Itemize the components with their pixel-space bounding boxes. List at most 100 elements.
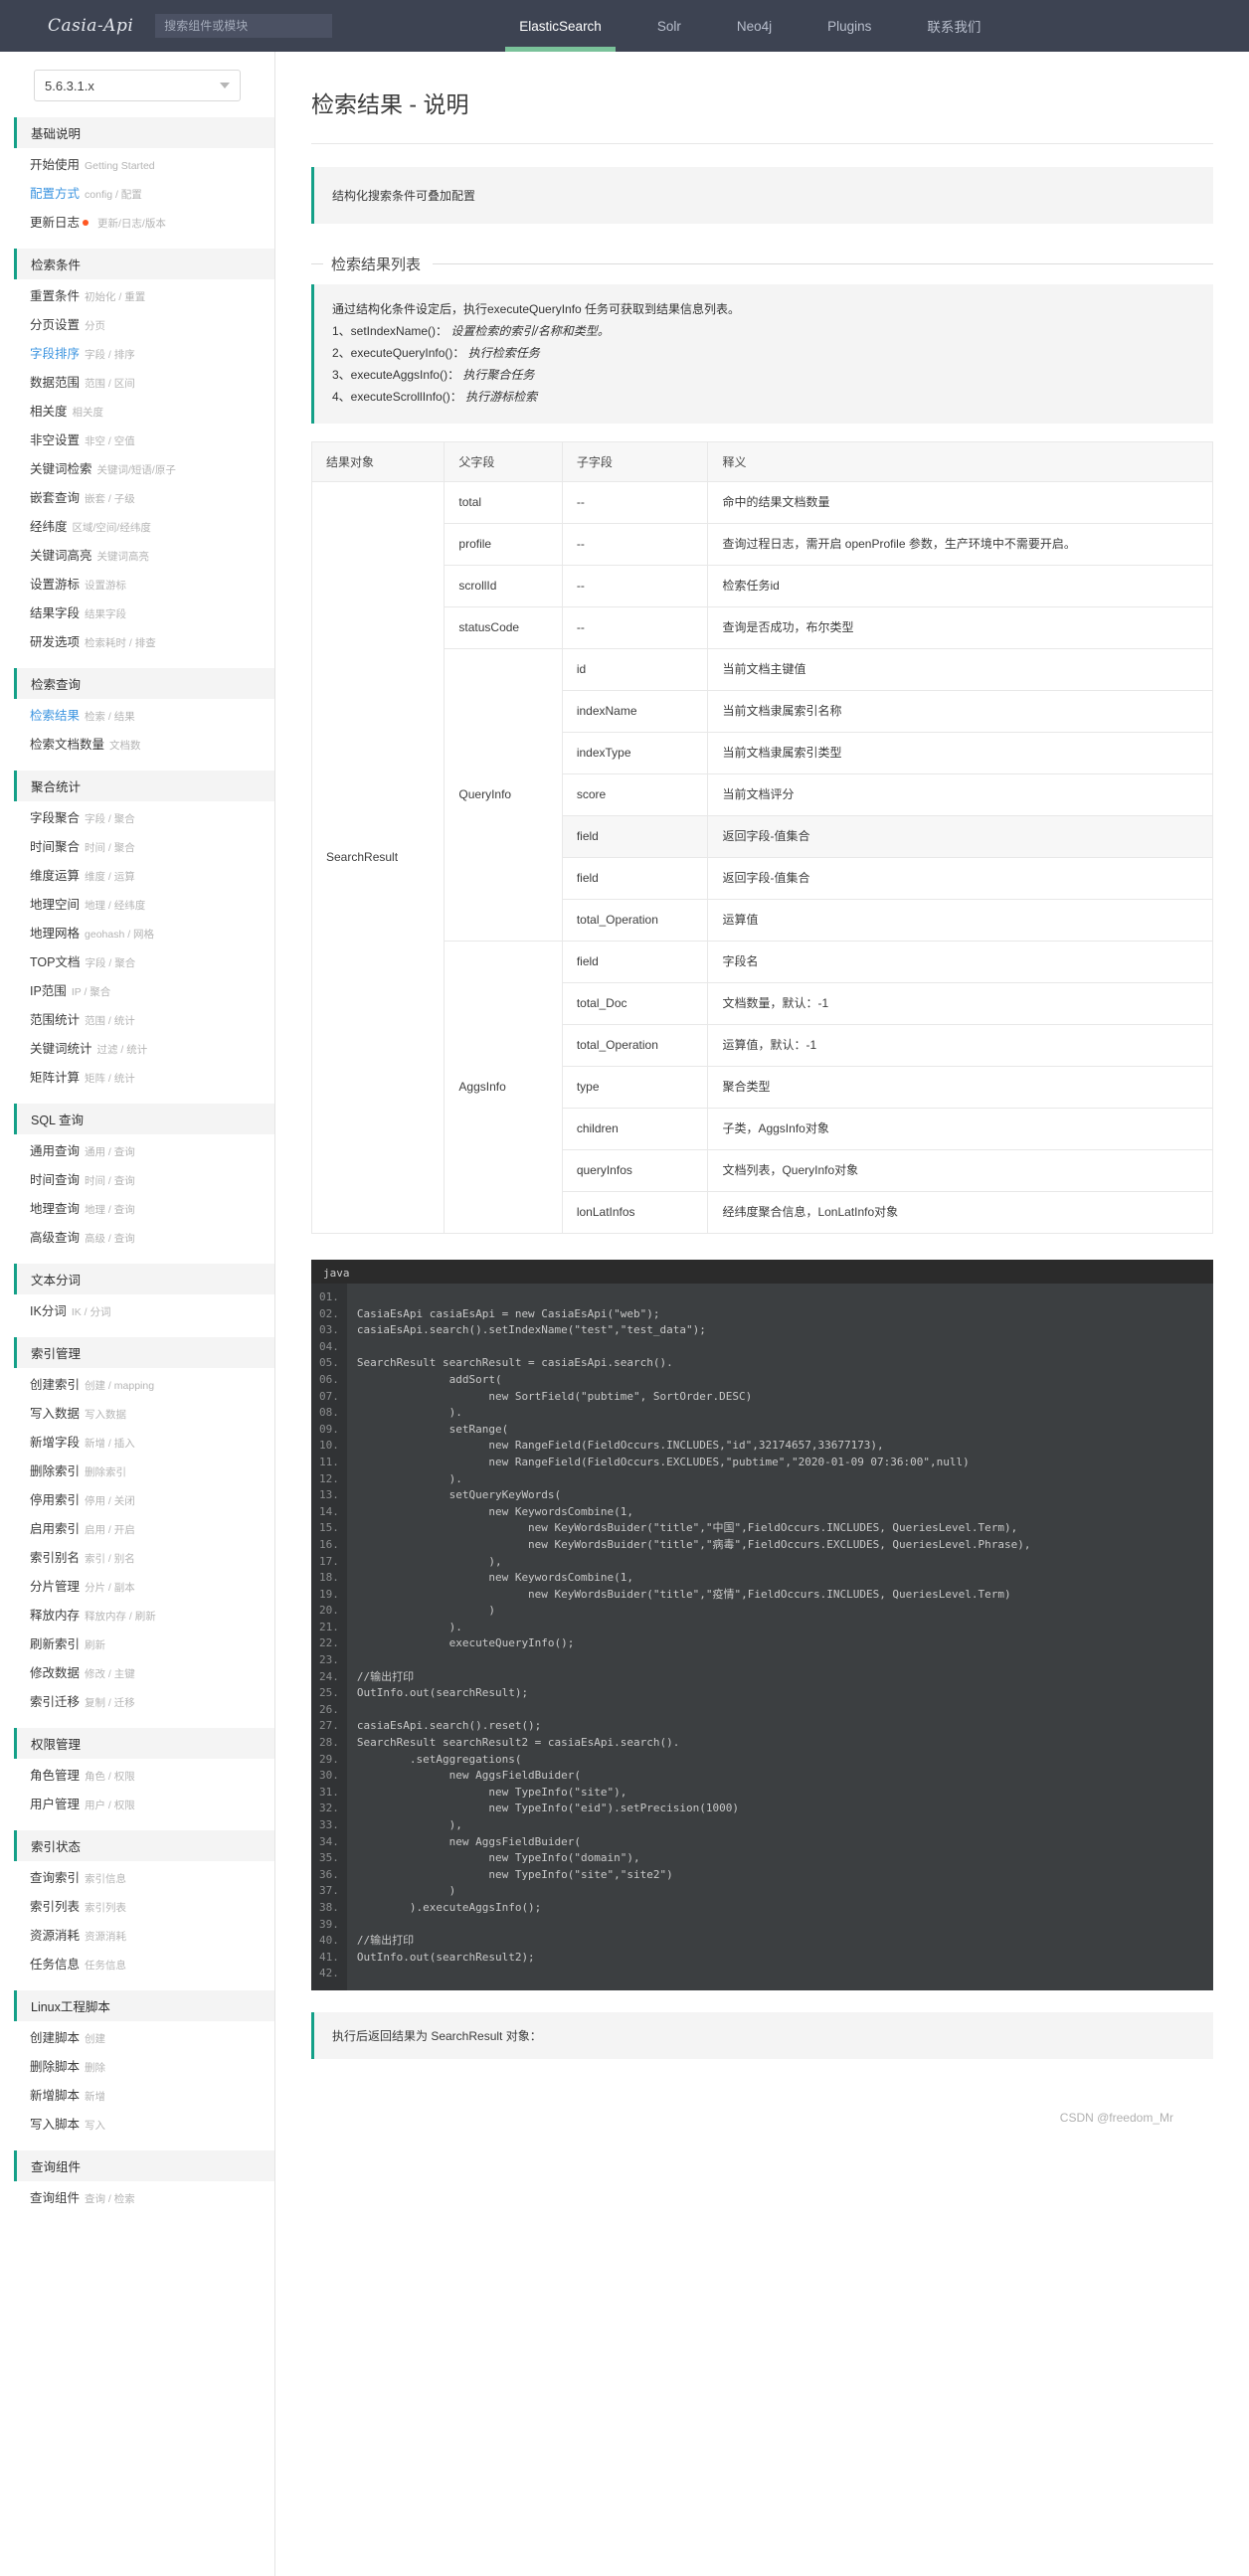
nav-item-4[interactable]: 联系我们 [899, 0, 1008, 52]
sidebar-item-1-5[interactable]: 非空设置 非空 / 空值 [0, 427, 274, 455]
sidebar-item-1-4[interactable]: 相关度 相关度 [0, 398, 274, 427]
sidebar-item-6-2[interactable]: 新增字段 新增 / 插入 [0, 1429, 274, 1458]
step-desc: 执行游标检索 [465, 390, 538, 404]
sidebar-item-0-1[interactable]: 配置方式 config / 配置 [0, 180, 274, 209]
sidebar-item-9-3[interactable]: 写入脚本 写入 [0, 2111, 274, 2140]
nav-item-1[interactable]: Solr [629, 0, 709, 52]
sidebar-item-1-6[interactable]: 关键词检索 关键词/短语/原子 [0, 455, 274, 484]
sidebar-item-3-0[interactable]: 字段聚合 字段 / 聚合 [0, 804, 274, 833]
sidebar-item-9-2[interactable]: 新增脚本 新增 [0, 2082, 274, 2111]
sidebar-item-6-0[interactable]: 创建索引 创建 / mapping [0, 1371, 274, 1400]
nav-item-3[interactable]: Plugins [800, 0, 899, 52]
sidebar-item-label: 新增字段 [30, 1436, 81, 1450]
sidebar-item-sublabel: IK / 分词 [71, 1306, 111, 1318]
sidebar-item-9-0[interactable]: 创建脚本 创建 [0, 2024, 274, 2053]
sidebar-item-7-1[interactable]: 用户管理 用户 / 权限 [0, 1791, 274, 1819]
sidebar-item-6-11[interactable]: 索引迁移 复制 / 迁移 [0, 1688, 274, 1717]
description-intro: 通过结构化条件设定后，执行executeQueryInfo 任务可获取到结果信息… [332, 302, 741, 316]
sidebar-item-4-3[interactable]: 高级查询 高级 / 查询 [0, 1224, 274, 1253]
sidebar-item-sublabel: config / 配置 [85, 189, 142, 201]
sidebar-item-1-0[interactable]: 重置条件 初始化 / 重置 [0, 282, 274, 311]
sidebar-item-1-10[interactable]: 设置游标 设置游标 [0, 571, 274, 600]
sidebar-item-3-9[interactable]: 矩阵计算 矩阵 / 统计 [0, 1064, 274, 1093]
sidebar-item-sublabel: 地理 / 经纬度 [85, 900, 146, 912]
sidebar-item-3-5[interactable]: TOP文档 字段 / 聚合 [0, 948, 274, 977]
sidebar-item-label: 停用索引 [30, 1493, 81, 1507]
sidebar-nav: 基础说明开始使用 Getting Started 配置方式 config / 配置 更新… [0, 117, 274, 2213]
sidebar-item-label: 查询组件 [30, 2191, 81, 2205]
sidebar-item-6-8[interactable]: 释放内存 释放内存 / 刷新 [0, 1602, 274, 1631]
nav-item-0[interactable]: ElasticSearch [491, 0, 629, 52]
sidebar-item-6-6[interactable]: 索引别名 索引 / 别名 [0, 1544, 274, 1573]
sidebar-item-8-0[interactable]: 查询索引 索引信息 [0, 1864, 274, 1893]
sidebar-item-1-12[interactable]: 研发选项 检索耗时 / 排查 [0, 628, 274, 657]
sidebar-item-label: 设置游标 [30, 578, 81, 592]
sidebar-item-3-7[interactable]: 范围统计 范围 / 统计 [0, 1006, 274, 1035]
sidebar-item-1-11[interactable]: 结果字段 结果字段 [0, 600, 274, 628]
sidebar-item-1-3[interactable]: 数据范围 范围 / 区间 [0, 369, 274, 398]
sidebar-item-1-8[interactable]: 经纬度 区域/空间/经纬度 [0, 513, 274, 542]
sidebar-item-3-4[interactable]: 地理网格 geohash / 网格 [0, 920, 274, 948]
sidebar-item-3-2[interactable]: 维度运算 维度 / 运算 [0, 862, 274, 891]
sidebar-item-6-10[interactable]: 修改数据 修改 / 主键 [0, 1659, 274, 1688]
sidebar-item-1-2[interactable]: 字段排序 字段 / 排序 [0, 340, 274, 369]
sidebar-item-sublabel: 矩阵 / 统计 [85, 1073, 135, 1085]
cell-description: 子类，AggsInfo对象 [707, 1108, 1213, 1150]
cell-description: 检索任务id [707, 565, 1213, 607]
search-input[interactable] [155, 14, 333, 38]
sidebar-item-1-1[interactable]: 分页设置 分页 [0, 311, 274, 340]
sidebar-item-3-1[interactable]: 时间聚合 时间 / 聚合 [0, 833, 274, 862]
sidebar-item-2-1[interactable]: 检索文档数量 文档数 [0, 731, 274, 760]
sidebar-item-3-8[interactable]: 关键词统计 过滤 / 统计 [0, 1035, 274, 1064]
sidebar-item-5-0[interactable]: IK分词 IK / 分词 [0, 1297, 274, 1326]
sidebar-item-label: 分页设置 [30, 318, 81, 332]
sidebar-item-4-2[interactable]: 地理查询 地理 / 查询 [0, 1195, 274, 1224]
sidebar-item-6-7[interactable]: 分片管理 分片 / 副本 [0, 1573, 274, 1602]
sidebar-item-label: 时间查询 [30, 1173, 81, 1187]
sidebar-item-8-1[interactable]: 索引列表 索引列表 [0, 1893, 274, 1922]
sidebar-item-sublabel: 查询 / 检索 [85, 2193, 135, 2205]
sidebar-item-6-4[interactable]: 停用索引 停用 / 关闭 [0, 1486, 274, 1515]
sidebar-item-8-3[interactable]: 任务信息 任务信息 [0, 1951, 274, 1979]
cell-description: 查询过程日志，需开启 openProfile 参数，生产环境中不需要开启。 [707, 523, 1213, 566]
sidebar-item-9-1[interactable]: 删除脚本 删除 [0, 2053, 274, 2082]
sidebar-item-0-2[interactable]: 更新日志 更新/日志/版本 [0, 209, 274, 238]
sidebar-item-label: 数据范围 [30, 376, 81, 390]
cell-child-field: type [561, 1066, 709, 1109]
brand-logo[interactable]: Casia-Api [48, 16, 133, 36]
sidebar-item-label: 维度运算 [30, 869, 81, 883]
sidebar-item-3-3[interactable]: 地理空间 地理 / 经纬度 [0, 891, 274, 920]
cell-description: 查询是否成功，布尔类型 [707, 606, 1213, 649]
sidebar-item-10-0[interactable]: 查询组件 查询 / 检索 [0, 2184, 274, 2213]
sidebar-item-6-9[interactable]: 刷新索引 刷新 [0, 1631, 274, 1659]
cell-child-field: field [561, 857, 709, 900]
sidebar-item-sublabel: 写入数据 [85, 1409, 127, 1421]
sidebar-item-4-0[interactable]: 通用查询 通用 / 查询 [0, 1137, 274, 1166]
sidebar-item-2-0[interactable]: 检索结果 检索 / 结果 [0, 702, 274, 731]
version-select[interactable]: 5.6.3.1.x [34, 70, 241, 101]
cell-child-field: children [561, 1108, 709, 1150]
sidebar-item-sublabel: 字段 / 聚合 [85, 957, 136, 969]
sidebar-item-7-0[interactable]: 角色管理 角色 / 权限 [0, 1762, 274, 1791]
sidebar-item-6-1[interactable]: 写入数据 写入数据 [0, 1400, 274, 1429]
sidebar-item-3-6[interactable]: IP范围 IP / 聚合 [0, 977, 274, 1006]
sidebar-item-1-9[interactable]: 关键词高亮 关键词高亮 [0, 542, 274, 571]
nav-items: ElasticSearch Solr Neo4j Plugins 联系我们 [491, 0, 1008, 52]
sidebar-item-6-3[interactable]: 删除索引 删除索引 [0, 1458, 274, 1486]
sidebar-item-4-1[interactable]: 时间查询 时间 / 查询 [0, 1166, 274, 1195]
sidebar-group-0: 基础说明 [14, 117, 274, 148]
sidebar-item-6-5[interactable]: 启用索引 启用 / 开启 [0, 1515, 274, 1544]
sidebar-item-0-0[interactable]: 开始使用 Getting Started [0, 151, 274, 180]
sidebar-group-1: 检索条件 [14, 249, 274, 279]
sidebar-group-5: 文本分词 [14, 1264, 274, 1294]
result-list-section: 检索结果列表 通过结构化条件设定后，执行executeQueryInfo 任务可… [310, 254, 1213, 2059]
nav-item-2[interactable]: Neo4j [709, 0, 800, 52]
sidebar-item-8-2[interactable]: 资源消耗 资源消耗 [0, 1922, 274, 1951]
description-step-2: 3、executeAggsInfo()： 执行聚合任务 [332, 364, 1195, 386]
sidebar-item-sublabel: 释放内存 / 刷新 [85, 1611, 156, 1623]
sidebar-item-1-7[interactable]: 嵌套查询 嵌套 / 子级 [0, 484, 274, 513]
sidebar-item-label: 写入脚本 [30, 2118, 81, 2132]
sidebar-item-sublabel: 刷新 [85, 1639, 106, 1651]
sidebar-item-sublabel: 写入 [85, 2120, 106, 2132]
code-source[interactable]: CasiaEsApi casiaEsApi = new CasiaEsApi("… [347, 1284, 1213, 1990]
